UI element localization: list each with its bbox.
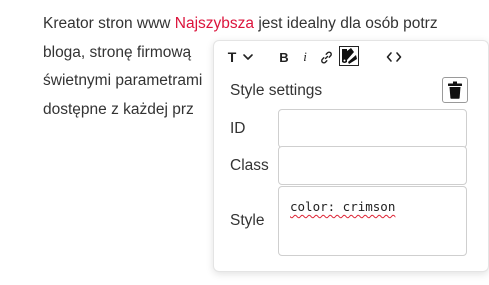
paragraph-text: Kreator stron www <box>43 15 175 32</box>
delete-style-button[interactable] <box>442 77 468 103</box>
text-style-dropdown[interactable]: T <box>224 47 258 67</box>
paragraph-text: jest idealny dla osób potrz <box>254 15 438 32</box>
text-style-icon: T <box>227 49 237 65</box>
style-settings-popup: T B i Style settings ID Class Style colo… <box>213 40 489 272</box>
italic-button[interactable]: i <box>298 47 312 67</box>
class-input[interactable] <box>278 146 467 185</box>
formatting-toolbar: T B i <box>214 41 488 73</box>
style-label: Style <box>230 212 265 229</box>
color-palette-icon <box>339 46 359 66</box>
color-button[interactable] <box>339 45 359 67</box>
id-input[interactable] <box>278 109 467 148</box>
id-label: ID <box>230 120 246 137</box>
trash-icon <box>448 81 462 99</box>
link-icon <box>320 51 332 63</box>
highlighted-text[interactable]: Najszybsza <box>175 15 254 32</box>
source-code-button[interactable] <box>384 47 404 67</box>
style-settings-title: Style settings <box>230 82 323 99</box>
code-icon <box>386 52 402 62</box>
bold-button[interactable]: B <box>276 47 292 67</box>
chevron-down-icon <box>243 54 254 60</box>
style-textarea[interactable]: color: crimson <box>278 186 467 256</box>
link-button[interactable] <box>318 47 334 67</box>
paragraph-line-1: Kreator stron www Najszybsza jest idealn… <box>43 10 489 39</box>
editor-page: Kreator stron www Najszybsza jest idealn… <box>0 0 489 285</box>
class-label: Class <box>230 157 269 174</box>
